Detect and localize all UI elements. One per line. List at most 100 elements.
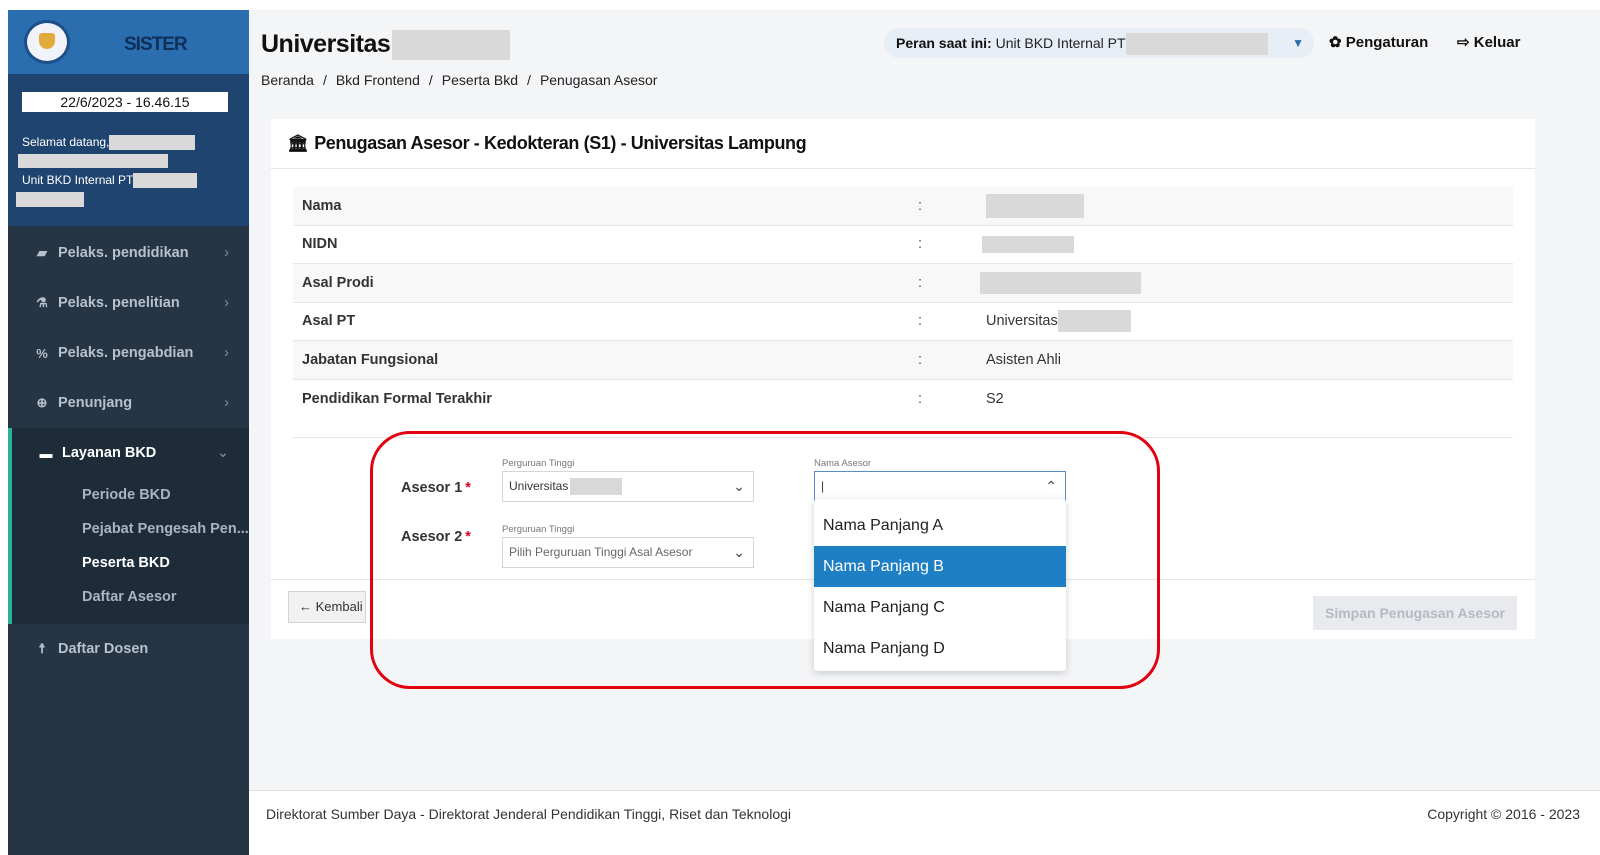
footer: Direktorat Sumber Daya - Direktorat Jend… <box>249 790 1600 855</box>
logout-icon: ⇨ <box>1457 34 1470 51</box>
breadcrumb-bkd-frontend[interactable]: Bkd Frontend <box>336 72 420 88</box>
redacted-value <box>1057 310 1131 333</box>
unit-label: Unit BKD Internal PT <box>22 173 134 187</box>
row-colon: : <box>918 390 923 407</box>
sidebar-item-penelitian[interactable]: ⚗ Pelaks. penelitian › <box>8 278 249 328</box>
page-title: Universitas <box>261 30 511 61</box>
divider <box>293 437 1513 438</box>
back-button-label: Kembali <box>315 599 363 614</box>
redacted-unit-2 <box>16 191 84 207</box>
link-icon: % <box>36 345 48 361</box>
row-value: Universitas <box>986 310 1131 333</box>
card-header: 🏛 Penugasan Asesor - Kedokteran (S1) - U… <box>271 119 1535 169</box>
info-table: Nama : NIDN : Asal Prodi : Asal PT : Uni… <box>293 187 1513 418</box>
chevron-down-icon: ⌄ <box>216 445 229 461</box>
briefcase-icon: ▬ <box>39 445 53 461</box>
row-value <box>982 235 1074 253</box>
redacted-value <box>982 235 1074 253</box>
sidebar-item-layanan-bkd[interactable]: ▬ Layanan BKD ⌄ <box>12 428 249 478</box>
datetime: 22/6/2023 - 16.46.15 <box>22 92 228 112</box>
save-assignment-button[interactable]: Simpan Penugasan Asesor <box>1313 596 1517 630</box>
asesor-2-pt-placeholder: Pilih Perguruan Tinggi Asal Asesor <box>509 545 693 559</box>
sidebar-item-label: Pelaks. penelitian <box>58 295 180 311</box>
sidebar-item-label: Pelaks. pendidikan <box>58 245 189 261</box>
footer-copyright: Copyright © 2016 - 2023 <box>1427 806 1580 822</box>
redacted-value <box>980 271 1141 294</box>
row-value: Asisten Ahli <box>986 351 1061 368</box>
asesor-1-pt-select[interactable]: Universitas ⌄ <box>502 471 754 502</box>
dropdown-option[interactable]: Nama Panjang D <box>814 628 1066 669</box>
row-value: S2 <box>986 390 1004 407</box>
settings-label: Pengaturan <box>1345 34 1429 51</box>
tut-wuri-logo-icon <box>24 20 70 64</box>
row-colon: : <box>918 197 923 214</box>
table-row: Jabatan Fungsional : Asisten Ahli <box>293 341 1513 380</box>
dropdown-option[interactable]: Nama Panjang A <box>814 505 1066 546</box>
asesor-1-label: Asesor 1 * <box>401 480 471 496</box>
flask-icon: ⚗ <box>36 295 48 310</box>
breadcrumb-peserta-bkd[interactable]: Peserta Bkd <box>442 72 518 88</box>
asesor-2-pt-select[interactable]: Pilih Perguruan Tinggi Asal Asesor ⌄ <box>502 537 754 568</box>
user-info: 22/6/2023 - 16.46.15 Selamat datang, Uni… <box>8 74 249 226</box>
asesor-dropdown-list: Nama Panjang A Nama Panjang B Nama Panja… <box>814 499 1066 671</box>
sidebar-item-penunjang[interactable]: ⊕ Penunjang › <box>8 378 249 428</box>
sidebar-subitem-pejabat-pengesah[interactable]: Pejabat Pengesah Pen... <box>12 512 249 546</box>
welcome-label: Selamat datang, <box>22 135 110 149</box>
sidebar-item-pendidikan[interactable]: ▰ Pelaks. pendidikan › <box>8 228 249 278</box>
logout-link[interactable]: ⇨ Keluar <box>1457 33 1520 51</box>
chevron-right-icon: › <box>224 395 229 411</box>
back-button[interactable]: ← Kembali <box>288 591 366 623</box>
table-row: Asal Prodi : <box>293 264 1513 303</box>
welcome-text: Selamat datang, <box>18 135 196 169</box>
page-title-text: Universitas <box>261 30 391 58</box>
dropdown-option[interactable]: Nama Panjang C <box>814 587 1066 628</box>
dropdown-option-selected[interactable]: Nama Panjang B <box>814 546 1066 587</box>
logout-label: Keluar <box>1473 34 1521 51</box>
settings-link[interactable]: ✿ Pengaturan <box>1329 33 1428 51</box>
chevron-right-icon: › <box>224 295 229 311</box>
role-selector[interactable]: Peran saat ini: Unit BKD Internal PT ▼ <box>884 28 1314 58</box>
sidebar-item-pengabdian[interactable]: % Pelaks. pengabdian › <box>8 328 249 378</box>
sidebar-subitem-daftar-asesor[interactable]: Daftar Asesor <box>12 580 249 614</box>
asesor-1-pt-caption: Perguruan Tinggi <box>502 458 575 469</box>
brand-header: SISTER <box>8 10 249 74</box>
footer-left: Direktorat Sumber Daya - Direktorat Jend… <box>266 806 792 822</box>
redacted-university <box>392 30 511 61</box>
app-frame: SISTER 22/6/2023 - 16.46.15 Selamat data… <box>8 10 1600 855</box>
row-value-text: Universitas <box>986 313 1058 330</box>
row-colon: : <box>918 274 923 291</box>
redacted-value <box>986 193 1084 218</box>
sidebar: SISTER 22/6/2023 - 16.46.15 Selamat data… <box>8 10 249 855</box>
row-label: NIDN <box>302 236 338 253</box>
redacted-unit <box>133 173 198 189</box>
table-row: Nama : <box>293 187 1513 226</box>
row-colon: : <box>918 351 923 368</box>
brand-name: SISTER <box>124 34 188 55</box>
sidebar-nav: ▰ Pelaks. pendidikan › ⚗ Pelaks. penelit… <box>8 228 249 674</box>
asesor-2-label: Asesor 2 * <box>401 529 471 545</box>
sidebar-subitem-periode-bkd[interactable]: Periode BKD <box>12 478 249 512</box>
asesor-1-nama-select[interactable]: | ⌃ <box>814 471 1066 502</box>
breadcrumb-current: Penugasan Asesor <box>539 72 658 88</box>
gear-icon: ✿ <box>1329 34 1342 51</box>
sidebar-item-label: Penunjang <box>58 395 133 411</box>
sidebar-item-daftar-dosen[interactable]: ☨ Daftar Dosen <box>8 624 249 674</box>
sidebar-item-label: Layanan BKD <box>62 445 157 461</box>
sidebar-item-label: Pelaks. pengabdian <box>58 345 194 361</box>
sidebar-item-label: Daftar Dosen <box>58 641 149 657</box>
row-value <box>986 193 1084 218</box>
person-icon: ☨ <box>38 641 46 656</box>
chevron-down-icon: ⌄ <box>733 478 745 494</box>
table-row: NIDN : <box>293 226 1513 264</box>
chevron-right-icon: › <box>224 245 229 261</box>
redacted-pt <box>570 478 623 496</box>
asesor-1-nama-caption: Nama Asesor <box>814 458 872 469</box>
sidebar-section-layanan-bkd: ▬ Layanan BKD ⌄ Periode BKD Pejabat Peng… <box>8 428 249 624</box>
sidebar-subitem-peserta-bkd[interactable]: Peserta BKD <box>12 546 249 580</box>
role-label: Peran saat ini: <box>896 35 992 51</box>
text-cursor: | <box>821 479 825 493</box>
row-colon: : <box>918 236 923 253</box>
table-row: Asal PT : Universitas <box>293 303 1513 341</box>
breadcrumb-beranda[interactable]: Beranda <box>261 72 314 88</box>
redacted-username-2 <box>18 154 168 169</box>
